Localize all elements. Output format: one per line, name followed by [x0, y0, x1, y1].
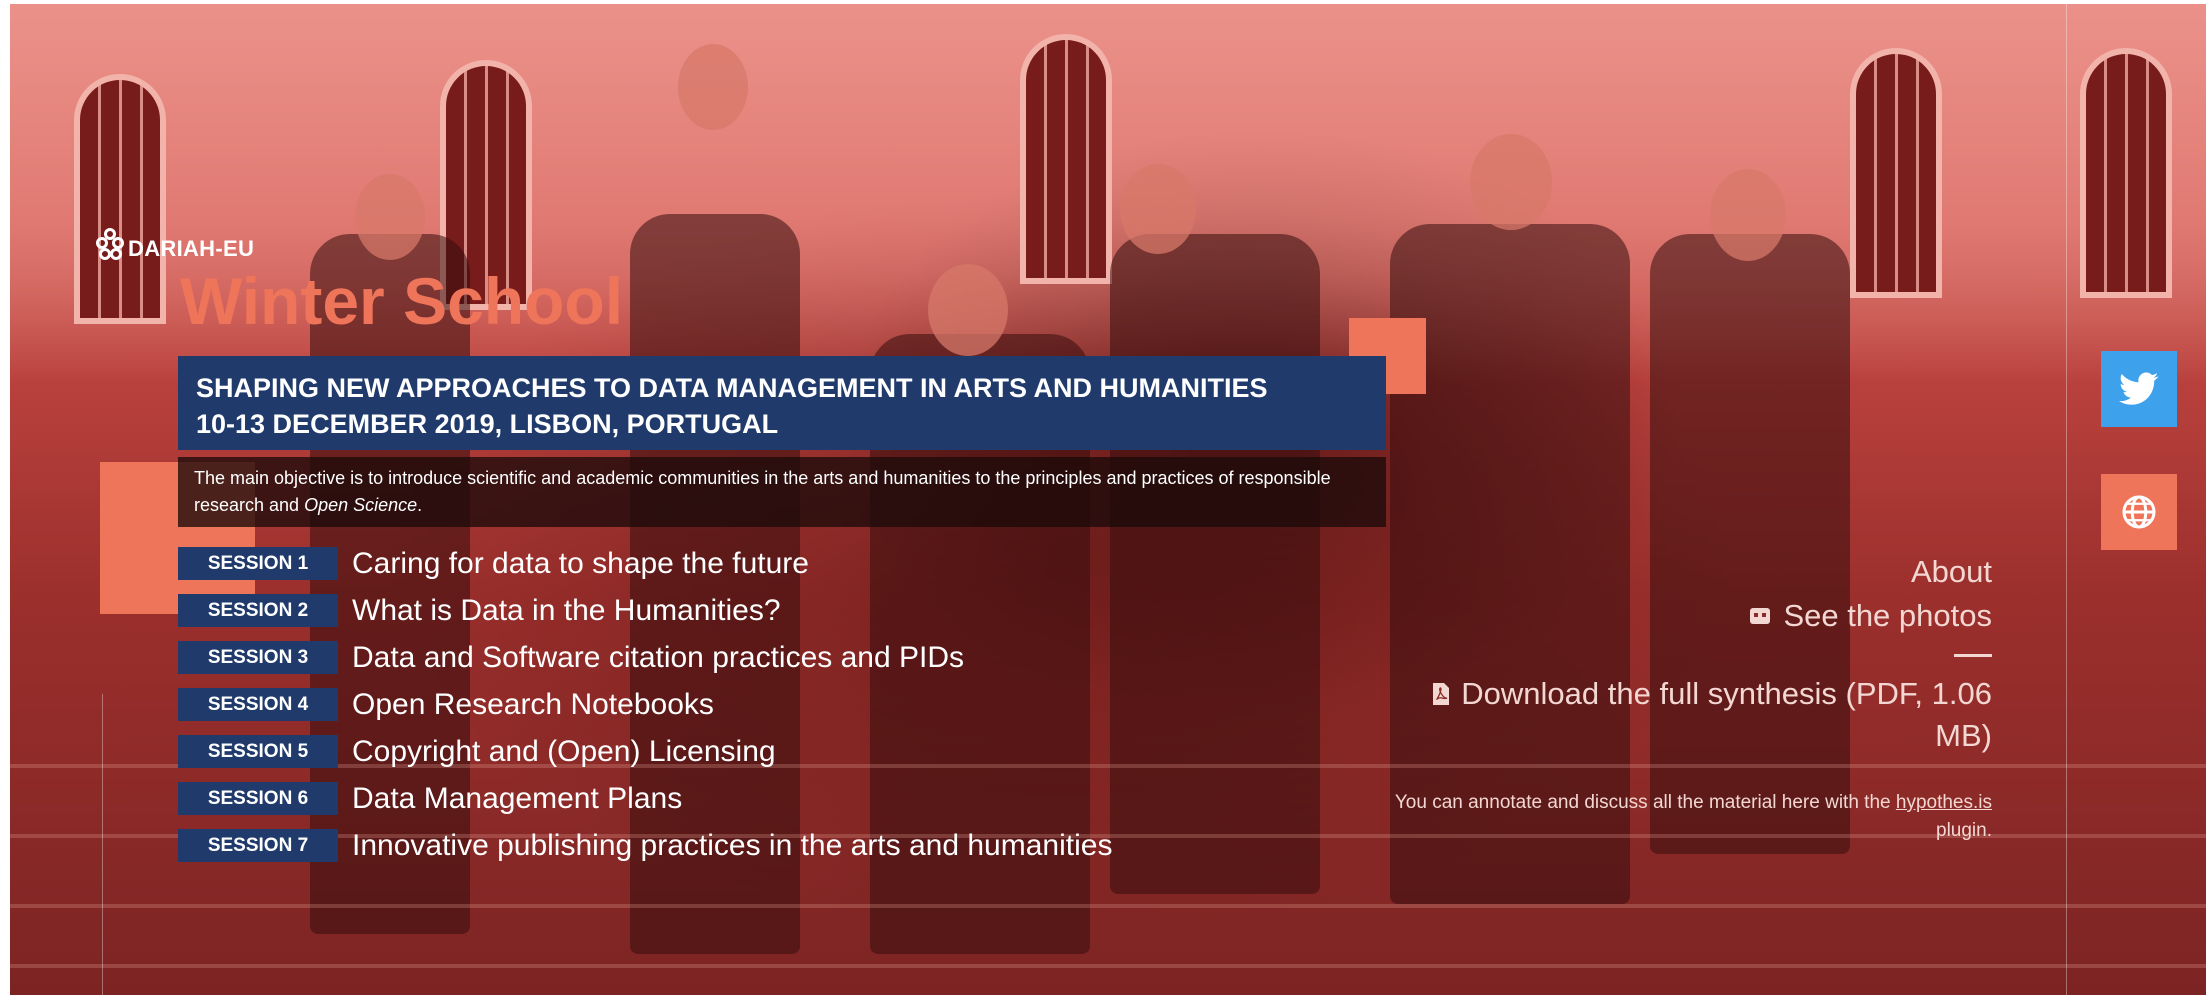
- session-badge: SESSION 7: [178, 829, 338, 862]
- annotation-note: You can annotate and discuss all the mat…: [1392, 789, 1992, 845]
- twitter-share-button[interactable]: [2101, 351, 2177, 427]
- building-window: [1020, 34, 1112, 284]
- camera-icon: [1750, 608, 1771, 624]
- nav-divider: [1954, 654, 1992, 657]
- session-badge: SESSION 2: [178, 594, 338, 627]
- session-badge: SESSION 6: [178, 782, 338, 815]
- session-badge: SESSION 4: [178, 688, 338, 721]
- session-list: SESSION 1 Caring for data to shape the f…: [178, 540, 1112, 869]
- website-button[interactable]: [2101, 474, 2177, 550]
- crowd-head: [1470, 134, 1552, 230]
- session-title[interactable]: Innovative publishing practices in the a…: [352, 829, 1112, 863]
- crowd-head: [1120, 164, 1196, 254]
- session-title[interactable]: Data Management Plans: [352, 782, 682, 816]
- building-window: [74, 74, 166, 324]
- objective-description: The main objective is to introduce scien…: [178, 457, 1386, 527]
- crowd-head: [678, 44, 748, 130]
- session-item[interactable]: SESSION 1 Caring for data to shape the f…: [178, 540, 1112, 587]
- building-window: [2080, 48, 2172, 298]
- description-end: .: [417, 495, 423, 515]
- subtitle-line: SHAPING NEW APPROACHES TO DATA MANAGEMEN…: [196, 373, 1268, 403]
- crowd-head: [928, 264, 1008, 356]
- subtitle-banner: SHAPING NEW APPROACHES TO DATA MANAGEMEN…: [178, 356, 1386, 450]
- twitter-icon: [2119, 372, 2159, 405]
- frame-line: [2066, 4, 2067, 995]
- session-item[interactable]: SESSION 4 Open Research Notebooks: [178, 681, 1112, 728]
- dariah-flower-icon: [96, 226, 124, 262]
- session-title[interactable]: Caring for data to shape the future: [352, 547, 809, 581]
- session-title[interactable]: What is Data in the Humanities?: [352, 594, 781, 628]
- page-title: Winter School: [180, 264, 624, 338]
- pdf-file-icon: [1433, 683, 1450, 705]
- session-title[interactable]: Copyright and (Open) Licensing: [352, 735, 776, 769]
- nav-about-link[interactable]: About: [1392, 550, 1992, 594]
- hypothesis-link[interactable]: hypothes.is: [1896, 792, 1992, 813]
- crowd-head: [355, 174, 425, 260]
- session-item[interactable]: SESSION 7 Innovative publishing practice…: [178, 822, 1112, 869]
- globe-icon: [2122, 495, 2156, 529]
- event-date-line: 10-13 DECEMBER 2019, LISBON, PORTUGAL: [196, 409, 779, 439]
- description-emphasis: Open Science: [304, 495, 418, 515]
- logo-text: DARIAH-EU: [128, 236, 255, 261]
- crowd-person: [1110, 234, 1320, 894]
- session-title[interactable]: Data and Software citation practices and…: [352, 641, 964, 675]
- session-item[interactable]: SESSION 5 Copyright and (Open) Licensing: [178, 728, 1112, 775]
- right-navigation: About See the photos Download the full s…: [1392, 550, 1992, 845]
- nav-photos-label: See the photos: [1783, 598, 1992, 633]
- stair-step: [10, 904, 2206, 908]
- frame-line: [102, 694, 103, 995]
- session-title[interactable]: Open Research Notebooks: [352, 688, 714, 722]
- session-item[interactable]: SESSION 6 Data Management Plans: [178, 775, 1112, 822]
- download-label: Download the full synthesis (PDF, 1.06 M…: [1461, 676, 1992, 753]
- nav-photos-link[interactable]: See the photos: [1392, 594, 1992, 638]
- session-badge: SESSION 1: [178, 547, 338, 580]
- session-badge: SESSION 5: [178, 735, 338, 768]
- download-synthesis-link[interactable]: Download the full synthesis (PDF, 1.06 M…: [1392, 673, 1992, 757]
- session-item[interactable]: SESSION 2 What is Data in the Humanities…: [178, 587, 1112, 634]
- dariah-logo[interactable]: DARIAH-EU: [96, 226, 254, 262]
- session-badge: SESSION 3: [178, 641, 338, 674]
- note-end: plugin.: [1936, 820, 1992, 841]
- stair-step: [10, 964, 2206, 968]
- note-text: You can annotate and discuss all the mat…: [1394, 792, 1896, 813]
- building-window: [1850, 48, 1942, 298]
- crowd-head: [1710, 169, 1786, 261]
- session-item[interactable]: SESSION 3 Data and Software citation pra…: [178, 634, 1112, 681]
